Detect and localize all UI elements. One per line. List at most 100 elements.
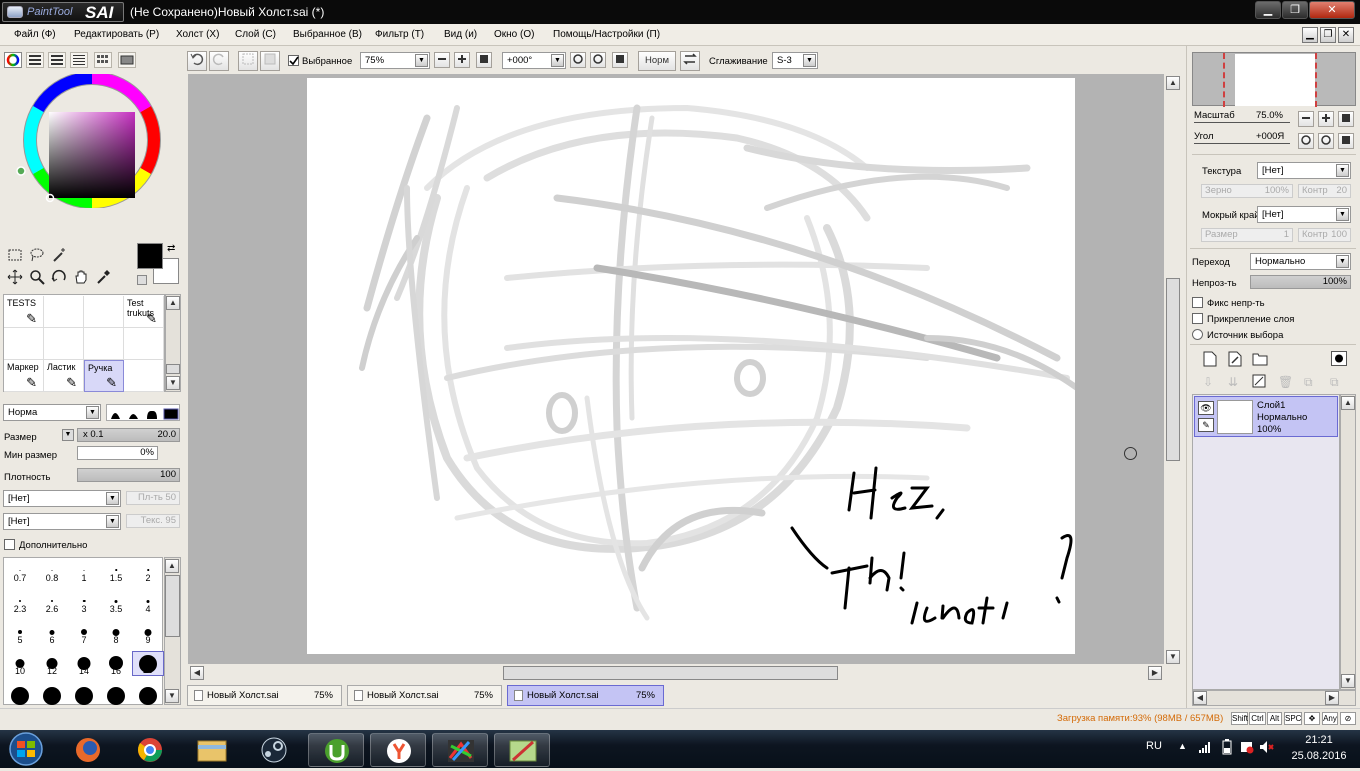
zoom-in-button[interactable] — [454, 52, 470, 68]
normal-view-button[interactable]: Норм — [638, 51, 676, 71]
brush-slot[interactable]: Маркер ✎ — [4, 360, 44, 392]
brush-slot[interactable]: Ручка ✎ — [84, 360, 124, 392]
zoom-reset-button[interactable] — [476, 52, 492, 68]
rotation-combo[interactable]: +000° ▼ — [502, 52, 566, 69]
canvas-hscroll-thumb[interactable] — [503, 666, 838, 680]
sketch-drawing[interactable] — [307, 78, 1075, 654]
brush-slot-empty[interactable] — [124, 328, 164, 360]
nav-zoom-in-button[interactable] — [1318, 111, 1334, 127]
layer-scroll-down[interactable]: ▼ — [1341, 674, 1355, 688]
layer-opacity-slider[interactable]: 100% — [1250, 275, 1351, 289]
menu-help[interactable]: Помощь/Настройки (П) — [553, 29, 660, 40]
size-range-dropdown[interactable]: ▼ — [62, 429, 74, 441]
start-button[interactable] — [4, 731, 48, 767]
brush-size-cell[interactable] — [68, 682, 100, 706]
brush-slot[interactable]: TESTS ✎ — [4, 296, 44, 328]
grain-slider[interactable]: Зерно 100% — [1201, 184, 1293, 198]
taskbar-steam[interactable] — [246, 733, 302, 767]
language-indicator[interactable]: RU — [1146, 740, 1162, 752]
wet-edge-size-slider[interactable]: Размер 1 — [1201, 228, 1293, 242]
action-center-icon[interactable] — [1240, 740, 1254, 757]
delete-layer-icon[interactable]: 🗑 — [1278, 375, 1293, 389]
rect-select-icon[interactable] — [6, 247, 24, 265]
hand-icon[interactable] — [72, 269, 90, 287]
taskbar-explorer[interactable] — [184, 733, 240, 767]
brush-size-cell[interactable]: 2.3 — [4, 589, 36, 614]
layer-scroll-up[interactable]: ▲ — [1341, 396, 1355, 410]
nav-rotation-reset-button[interactable] — [1338, 133, 1354, 149]
mdi-restore-button[interactable]: ❐ — [1320, 27, 1336, 43]
brush-size-cell[interactable]: 1 — [68, 558, 100, 583]
mixer-mode-button[interactable] — [70, 52, 88, 68]
wet-edge-combo[interactable]: [Нет] ▼ — [1257, 206, 1351, 223]
layer-scroll-right[interactable]: ▶ — [1325, 691, 1339, 705]
brush-size-cell[interactable]: 2.6 — [36, 589, 68, 614]
canvas-vscroll-thumb[interactable] — [1166, 278, 1180, 461]
menu-selection[interactable]: Выбранное (В) — [293, 29, 362, 40]
rotate-icon[interactable] — [50, 269, 68, 287]
brush-grid-scroll-down[interactable]: ▼ — [166, 376, 180, 390]
brush-texture-strength-slider[interactable]: Текс. 95 — [126, 514, 180, 528]
move-icon[interactable] — [6, 269, 24, 287]
brush-size-cell[interactable] — [36, 682, 68, 706]
menu-edit[interactable]: Редактировать (Р) — [74, 29, 159, 40]
close-button[interactable]: ✕ — [1309, 1, 1355, 19]
taskbar-utorrent[interactable] — [308, 733, 364, 767]
merge-all-icon[interactable]: ⧉ — [1330, 375, 1339, 390]
brush-slot-empty[interactable] — [4, 328, 44, 360]
canvas-scroll-up[interactable]: ▲ — [1166, 76, 1180, 90]
show-selection-checkbox[interactable] — [288, 55, 299, 66]
color-wheel-svg[interactable] — [10, 71, 174, 209]
scratchpad-mode-button[interactable] — [118, 52, 136, 68]
brush-size-cell[interactable]: 0.8 — [36, 558, 68, 583]
nav-angle-slider[interactable] — [1194, 143, 1290, 144]
smoothing-combo[interactable]: S-3 ▼ — [772, 52, 818, 69]
zoom-combo[interactable]: 75% ▼ — [360, 52, 430, 69]
hsv-slider-mode-button[interactable] — [48, 52, 66, 68]
merge-down-icon[interactable]: ⇊ — [1228, 375, 1238, 389]
min-size-slider[interactable]: 0% — [77, 446, 158, 460]
flip-horizontal-button[interactable] — [680, 51, 700, 71]
canvas-scroll-right[interactable]: ▶ — [1148, 666, 1162, 680]
new-vector-layer-icon[interactable] — [1228, 351, 1242, 370]
menu-canvas[interactable]: Холст (Х) — [176, 29, 219, 40]
taskbar-chrome[interactable] — [122, 733, 178, 767]
nav-zoom-reset-button[interactable] — [1338, 111, 1354, 127]
menu-file[interactable]: Файл (Ф) — [14, 29, 56, 40]
brush-size-cell[interactable]: 20 — [132, 651, 164, 676]
brush-size-cell[interactable]: 12 — [36, 651, 68, 676]
canvas-tab-3[interactable]: Новый Холст.sai 75% — [507, 685, 664, 706]
brush-size-cell[interactable] — [132, 682, 164, 706]
brush-size-cell[interactable]: 1.5 — [100, 558, 132, 583]
taskbar-firefox[interactable] — [60, 733, 116, 767]
brush-slot-empty[interactable] — [44, 328, 84, 360]
taskbar-paint-tool-sai[interactable] — [494, 733, 550, 767]
menu-window[interactable]: Окно (О) — [494, 29, 534, 40]
brush-size-cell[interactable]: 3 — [68, 589, 100, 614]
new-folder-icon[interactable] — [1252, 352, 1268, 369]
layer-lock-brush-icon[interactable]: ✎ — [1198, 418, 1214, 432]
network-signal-icon[interactable] — [1198, 740, 1212, 757]
canvas-scroll-down[interactable]: ▼ — [1166, 650, 1180, 664]
taskbar-yandex[interactable] — [370, 733, 426, 767]
layer-row[interactable]: 👁 ✎ Слой1 Нормально 100% — [1194, 396, 1338, 437]
color-wheel[interactable] — [10, 71, 174, 209]
size-slider[interactable]: x 0.1 20.0 — [77, 428, 180, 442]
texture-contrast-slider[interactable]: Контр 20 — [1298, 184, 1351, 198]
magic-wand-icon[interactable] — [50, 247, 68, 265]
brush-slot-empty[interactable] — [44, 296, 84, 328]
brush-slot-empty[interactable] — [84, 296, 124, 328]
brush-blend-mode-combo[interactable]: Норма ▼ — [3, 404, 101, 421]
nav-zoom-out-button[interactable] — [1298, 111, 1314, 127]
brush-size-cell[interactable]: 3.5 — [100, 589, 132, 614]
rotate-left-button[interactable] — [570, 52, 586, 68]
brush-size-cell[interactable] — [4, 682, 36, 706]
clock-time[interactable]: 21:21 — [1288, 734, 1350, 746]
advanced-checkbox[interactable] — [4, 539, 15, 550]
maximize-button[interactable]: ❐ — [1282, 1, 1308, 19]
swatches-mode-button[interactable] — [94, 52, 112, 68]
redo-button[interactable] — [209, 51, 229, 71]
zoom-out-button[interactable] — [434, 52, 450, 68]
minimize-button[interactable]: ▁ — [1255, 1, 1281, 19]
brush-size-cell[interactable]: 0.7 — [4, 558, 36, 583]
